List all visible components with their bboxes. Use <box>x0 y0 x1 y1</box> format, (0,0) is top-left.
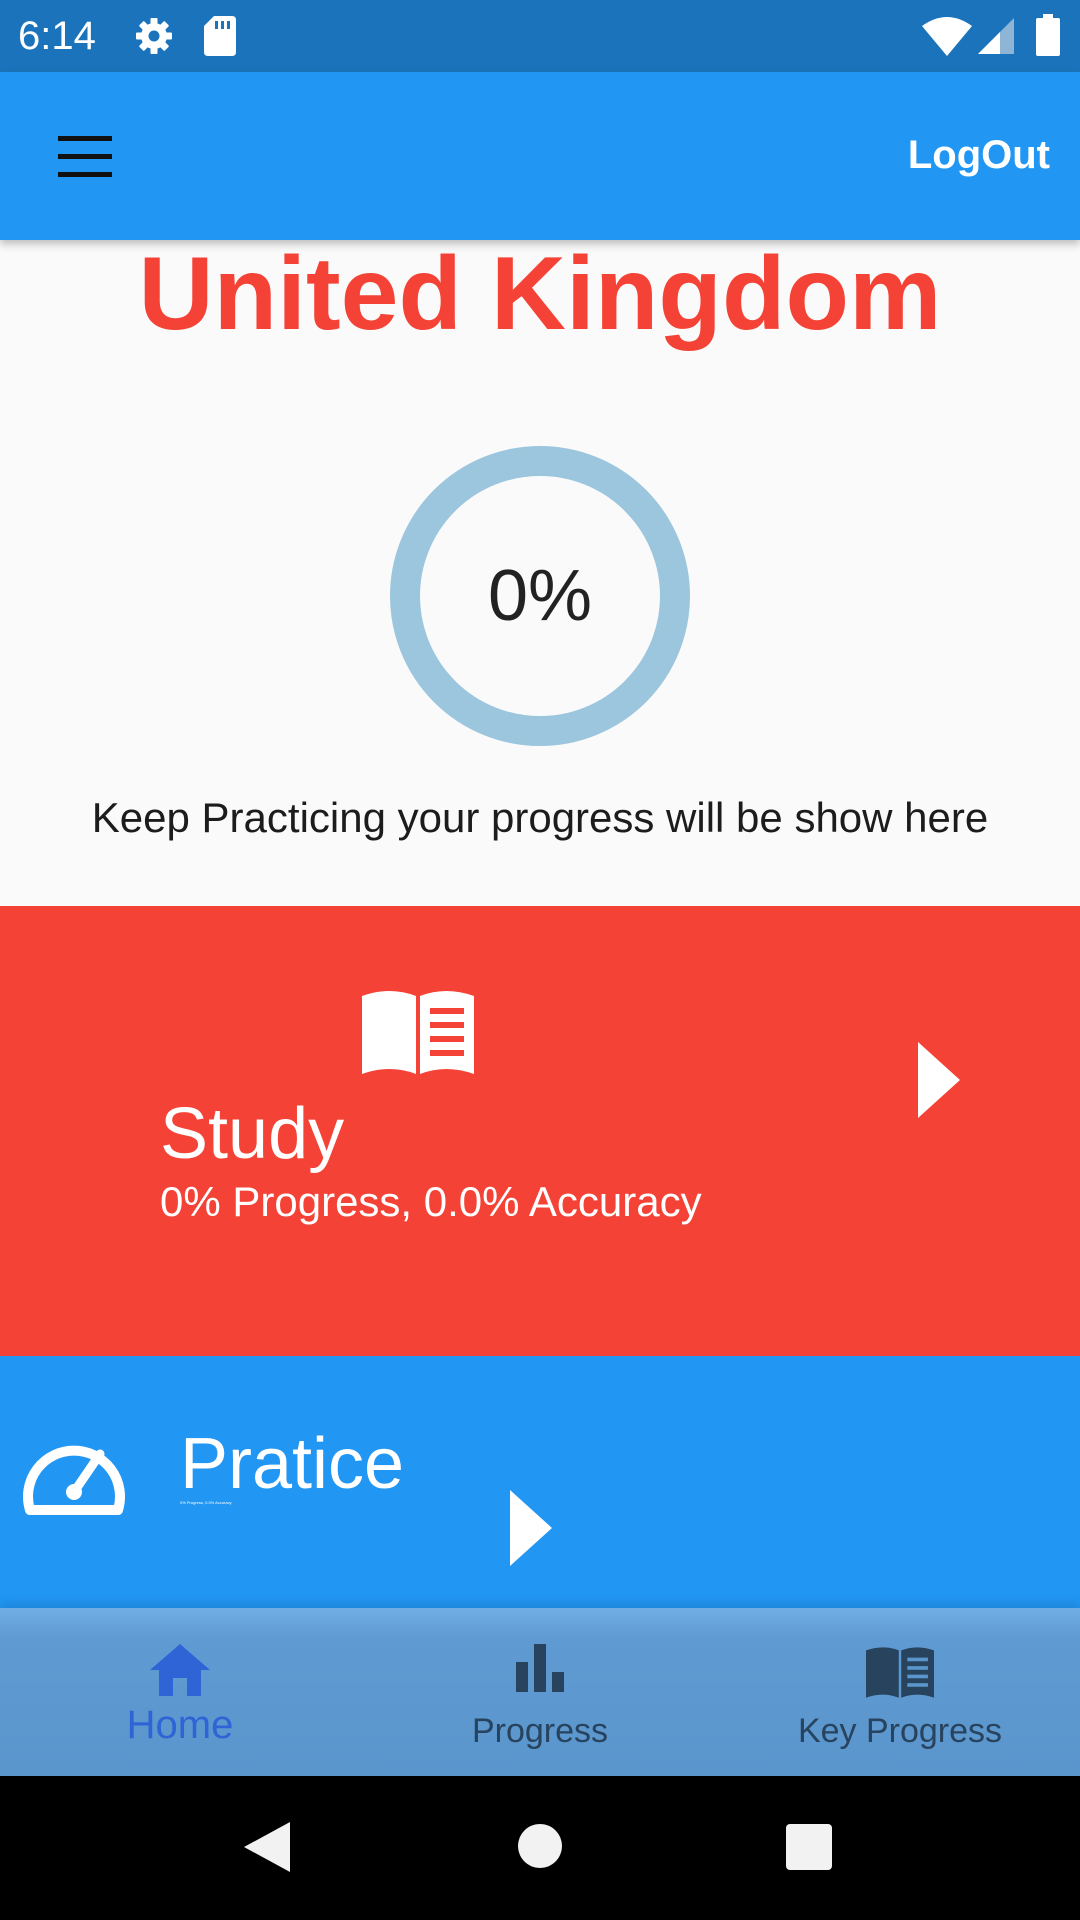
progress-hint: Keep Practicing your progress will be sh… <box>91 794 989 841</box>
book-icon <box>720 1644 1080 1703</box>
app-bar: LogOut <box>0 72 1080 240</box>
nav-label-home: Home <box>126 1703 234 1747</box>
status-bar: 6:14 <box>0 0 1080 72</box>
country-title: United Kingdom <box>138 236 942 352</box>
back-icon[interactable] <box>244 1822 290 1877</box>
study-card[interactable]: Study 0% Progress, 0.0% Accuracy <box>0 906 1080 1356</box>
home-circle-icon[interactable] <box>518 1824 562 1873</box>
nav-item-home[interactable]: Home <box>0 1608 360 1776</box>
study-play-arrow-icon[interactable] <box>918 1042 960 1123</box>
nav-item-progress[interactable]: Progress <box>360 1608 720 1776</box>
study-title: Study <box>160 1094 345 1174</box>
practice-title: Pratice <box>180 1424 405 1504</box>
bar-chart-icon <box>360 1644 720 1697</box>
nav-label-key-progress: Key Progress <box>797 1712 1003 1750</box>
nav-label-progress: Progress <box>471 1712 609 1750</box>
recents-icon[interactable] <box>786 1824 832 1875</box>
progress-value: 0% <box>487 556 593 636</box>
bottom-navigation: Home Progress Key Progress <box>0 1608 1080 1776</box>
practice-card[interactable]: Pratice 0% Progress, 0.0% Accuracy <box>0 1356 1080 1616</box>
open-book-icon <box>362 986 474 1079</box>
gear-icon <box>134 16 174 61</box>
wifi-icon <box>922 16 972 61</box>
speedometer-icon <box>22 1430 126 1521</box>
practice-progress-text: 0% Progress, 0.0% Accuracy <box>180 1500 232 1505</box>
signal-icon <box>978 18 1014 59</box>
system-navigation-bar <box>0 1776 1080 1920</box>
logout-button[interactable]: LogOut <box>908 130 1050 180</box>
status-time: 6:14 <box>18 14 96 58</box>
home-icon <box>0 1644 360 1701</box>
sd-card-icon <box>204 16 236 61</box>
hamburger-menu-icon[interactable] <box>40 124 130 190</box>
battery-icon <box>1036 14 1060 61</box>
nav-item-key-progress[interactable]: Key Progress <box>720 1608 1080 1776</box>
study-progress-text: 0% Progress, 0.0% Accuracy <box>160 1178 702 1225</box>
practice-play-arrow-icon[interactable] <box>510 1490 552 1571</box>
